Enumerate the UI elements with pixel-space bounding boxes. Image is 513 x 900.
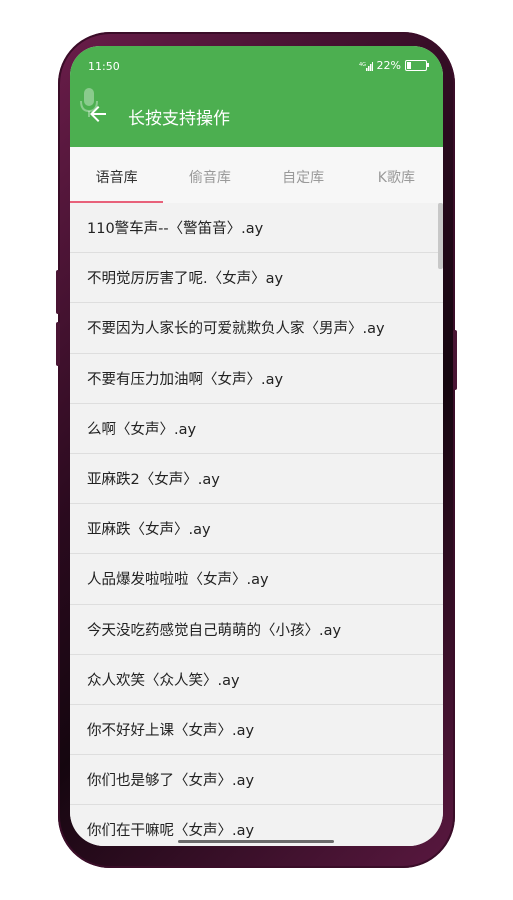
tab-custom-library[interactable]: 自定库 — [257, 147, 350, 203]
arrow-left-icon[interactable] — [86, 102, 110, 126]
status-bar: 11:50 4G 22% — [70, 46, 443, 86]
home-indicator[interactable] — [178, 840, 334, 843]
list-item[interactable]: 不要有压力加油啊〈女声〉.ay — [70, 353, 443, 404]
volume-button-lower — [56, 322, 60, 366]
scrollbar[interactable] — [438, 203, 443, 269]
list-item[interactable]: 众人欢笑〈众人笑〉.ay — [70, 654, 443, 705]
page-title: 长按支持操作 — [128, 109, 230, 129]
list-item[interactable]: 人品爆发啦啦啦〈女声〉.ay — [70, 554, 443, 605]
battery-level — [407, 62, 411, 69]
list-item[interactable]: 你不好好上课〈女声〉.ay — [70, 704, 443, 756]
tab-label: 语音库 — [95, 170, 138, 186]
tab-voice-library[interactable]: 语音库 — [70, 147, 163, 203]
phone-screen: 11:50 4G 22% 长按支持操作 语音库 偷音库 自定库 K歌库 110警… — [70, 46, 443, 846]
list-item[interactable]: 么啊〈女声〉.ay — [70, 403, 443, 454]
tab-label: 偷音库 — [188, 170, 231, 186]
battery-icon — [405, 60, 429, 71]
battery-percent: 22% — [376, 59, 401, 72]
tab-karaoke-library[interactable]: K歌库 — [350, 147, 443, 203]
list-item[interactable]: 亚麻跌2〈女声〉.ay — [70, 453, 443, 505]
status-time: 11:50 — [88, 60, 120, 73]
tab-label: 自定库 — [282, 170, 325, 186]
list-item[interactable]: 不要因为人家长的可爱就欺负人家〈男声〉.ay — [70, 303, 443, 354]
tab-bar: 语音库 偷音库 自定库 K歌库 — [70, 147, 443, 203]
svg-text:4G: 4G — [359, 62, 366, 68]
power-button — [453, 330, 457, 390]
sound-list[interactable]: 110警车声--〈警笛音〉.ay 不明觉厉厉害了呢.〈女声〉ay 不要因为人家长… — [70, 203, 443, 846]
volume-button — [56, 270, 60, 314]
list-item[interactable]: 不明觉厉厉害了呢.〈女声〉ay — [70, 253, 443, 304]
list-item[interactable]: 110警车声--〈警笛音〉.ay — [70, 203, 443, 254]
status-indicators: 4G 22% — [359, 59, 429, 72]
tab-label: K歌库 — [377, 170, 415, 186]
tab-recorded-library[interactable]: 偷音库 — [163, 147, 256, 203]
signal-icon: 4G — [359, 61, 373, 71]
list-item[interactable]: 亚麻跌〈女声〉.ay — [70, 504, 443, 555]
app-bar: 11:50 4G 22% 长按支持操作 — [70, 46, 443, 147]
list-item[interactable]: 你们也是够了〈女声〉.ay — [70, 755, 443, 806]
list-item[interactable]: 今天没吃药感觉自己萌萌的〈小孩〉.ay — [70, 604, 443, 655]
